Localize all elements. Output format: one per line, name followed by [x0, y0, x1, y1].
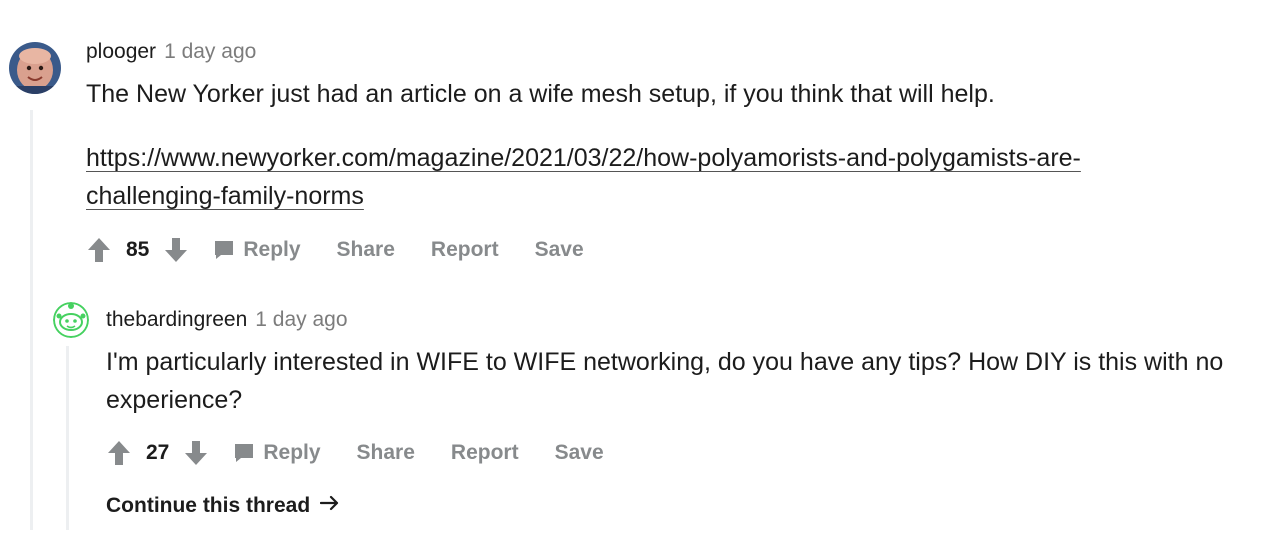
- reply-avatar[interactable]: [53, 302, 89, 338]
- reply-timestamp[interactable]: 1 day ago: [255, 308, 347, 331]
- reply-username[interactable]: thebardingreen: [106, 308, 247, 331]
- continue-thread-label: Continue this thread: [106, 494, 311, 517]
- comment-text: The New Yorker just had an article on a …: [86, 80, 995, 108]
- score: 85: [126, 238, 150, 261]
- upvote-icon[interactable]: [86, 237, 112, 263]
- downvote-icon[interactable]: [183, 440, 209, 466]
- reply-label: Reply: [243, 238, 301, 261]
- reply-reply-label: Reply: [263, 441, 321, 464]
- thread-line-parent[interactable]: [30, 110, 33, 530]
- reply-body: I'm particularly interested in WIFE to W…: [106, 343, 1226, 419]
- comment-body: The New Yorker just had an article on a …: [86, 75, 1236, 215]
- comment-meta: plooger 1 day ago: [86, 40, 256, 64]
- reply-reply-button[interactable]: Reply: [209, 441, 321, 465]
- share-button[interactable]: Share: [337, 238, 395, 262]
- report-button[interactable]: Report: [431, 238, 499, 262]
- reply-text: I'm particularly interested in WIFE to W…: [106, 348, 1224, 414]
- thread-line-reply[interactable]: [66, 346, 69, 530]
- upvote-icon[interactable]: [106, 440, 132, 466]
- arrow-right-icon: [319, 494, 340, 518]
- save-button[interactable]: Save: [535, 238, 584, 262]
- timestamp[interactable]: 1 day ago: [164, 40, 256, 63]
- continue-thread-link[interactable]: Continue this thread: [106, 494, 340, 518]
- comment-icon: [213, 239, 235, 261]
- reply-save-button[interactable]: Save: [555, 441, 604, 465]
- article-link-line-1[interactable]: https://www.newyorker.com/magazine/2021/…: [86, 144, 1081, 172]
- comment-actions: 85 Reply Share Report Save: [86, 234, 620, 266]
- comment-link-paragraph: https://www.newyorker.com/magazine/2021/…: [86, 139, 1236, 215]
- reply-meta: thebardingreen 1 day ago: [106, 308, 348, 332]
- reply-report-button[interactable]: Report: [451, 441, 519, 465]
- reply-share-button[interactable]: Share: [357, 441, 415, 465]
- snoo-avatar: [53, 302, 89, 338]
- username[interactable]: plooger: [86, 40, 156, 63]
- article-link-line-2[interactable]: challenging-family-norms: [86, 182, 364, 210]
- avatar-image: [9, 42, 61, 94]
- user-avatar[interactable]: [9, 42, 61, 94]
- reply-score: 27: [146, 441, 170, 464]
- reply-button[interactable]: Reply: [189, 238, 301, 262]
- downvote-icon[interactable]: [163, 237, 189, 263]
- comment-icon: [233, 442, 255, 464]
- reply-actions: 27 Reply Share Report Save: [106, 437, 640, 469]
